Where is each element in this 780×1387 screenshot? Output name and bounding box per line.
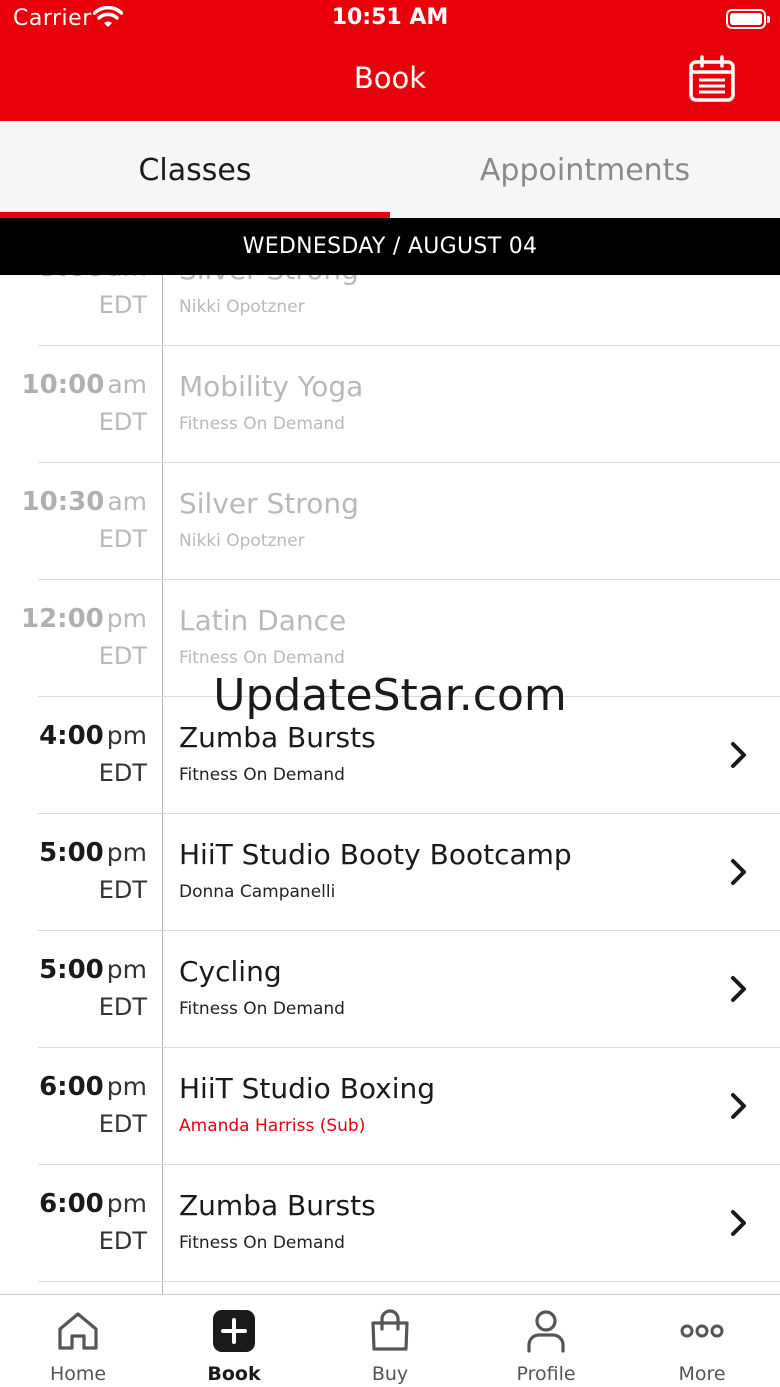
date-header: WEDNESDAY / AUGUST 04 <box>0 218 780 275</box>
class-time: 9:00am <box>40 275 147 283</box>
class-timezone: EDT <box>98 291 147 319</box>
nav-more[interactable]: More <box>624 1295 780 1387</box>
chevron-right-icon[interactable] <box>728 858 750 886</box>
class-time: 5:00 pm <box>39 955 147 985</box>
class-instructor: Nikki Opotzner <box>179 531 305 551</box>
nav-label: Book <box>207 1363 261 1385</box>
plus-icon <box>213 1310 255 1352</box>
class-name: HiiT Studio Booty Bootcamp <box>179 838 572 871</box>
watermark: UpdateStar.com <box>213 670 567 721</box>
class-instructor: Fitness On Demand <box>179 1233 345 1253</box>
class-timezone: EDT <box>98 642 147 670</box>
class-instructor: Donna Campanelli <box>179 882 336 902</box>
list-item[interactable]: 6:00 pm EDT HiiT Studio Boxing Amanda Har… <box>0 1048 780 1165</box>
class-name: Zumba Bursts <box>179 721 376 754</box>
nav-profile[interactable]: Profile <box>468 1295 624 1387</box>
tab-classes[interactable]: Classes <box>0 121 390 218</box>
class-time: 6:00 pm <box>39 1189 147 1219</box>
battery-icon <box>726 9 770 29</box>
class-name: Latin Dance <box>179 604 347 637</box>
list-item: 10:00 am EDT Mobility Yoga Fitness On Dem… <box>0 346 780 463</box>
tab-appointments[interactable]: Appointments <box>390 121 780 218</box>
class-timezone: EDT <box>98 525 147 553</box>
chevron-right-icon[interactable] <box>728 741 750 769</box>
nav-label: More <box>678 1363 726 1385</box>
class-time: 10:30 am <box>21 487 147 517</box>
list-item[interactable]: 5:00 pm EDT HiiT Studio Booty Bootcamp Do… <box>0 814 780 931</box>
class-name: Silver Strong <box>179 487 359 520</box>
class-instructor: Nikki Opotzner <box>179 297 305 317</box>
class-instructor: Fitness On Demand <box>179 999 345 1019</box>
class-timezone: EDT <box>98 759 147 787</box>
chevron-right-icon[interactable] <box>728 975 750 1003</box>
class-time: 5:00 pm <box>39 838 147 868</box>
class-instructor: Fitness On Demand <box>179 648 345 668</box>
nav-label: Home <box>49 1363 107 1385</box>
nav-buy[interactable]: Buy <box>312 1295 468 1387</box>
list-item[interactable]: 5:00 pm EDT Cycling Fitness On Demand <box>0 931 780 1048</box>
nav-home[interactable]: Home <box>0 1295 156 1387</box>
nav-label: Buy <box>371 1363 409 1385</box>
class-timezone: EDT <box>98 408 147 436</box>
more-dots-icon <box>680 1324 724 1338</box>
list-item: 9:00am EDT Silver Strong Nikki Opotzner <box>0 275 780 346</box>
class-name: HiiT Studio Boxing <box>179 1072 436 1105</box>
class-timezone: EDT <box>98 993 147 1021</box>
bottom-nav: Home Book Buy Profile More <box>0 1294 780 1387</box>
nav-label: Profile <box>516 1363 576 1385</box>
class-instructor: Fitness On Demand <box>179 414 345 434</box>
tab-bar: Classes Appointments <box>0 121 780 218</box>
class-instructor-substitute: Amanda Harriss (Sub) <box>179 1116 366 1136</box>
list-item: 10:30 am EDT Silver Strong Nikki Opotzner <box>0 463 780 580</box>
shopping-bag-icon <box>371 1309 409 1351</box>
class-timezone: EDT <box>98 876 147 904</box>
list-item[interactable]: 6:00 pm EDT Zumba Bursts Fitness On Deman… <box>0 1165 780 1282</box>
class-timezone: EDT <box>98 1227 147 1255</box>
class-name: Mobility Yoga <box>179 370 364 403</box>
app-header: Carrier 10:51 AM Book <box>0 0 780 121</box>
class-list[interactable]: 9:00am EDT Silver Strong Nikki Opotzner … <box>0 275 780 1294</box>
class-time: 10:00 am <box>21 370 147 400</box>
class-timezone: EDT <box>98 1110 147 1138</box>
page-title: Book <box>353 61 427 95</box>
home-icon <box>58 1312 98 1350</box>
chevron-right-icon[interactable] <box>728 1209 750 1237</box>
status-bar: Carrier 10:51 AM <box>0 0 780 40</box>
class-name: Silver Strong <box>179 275 359 286</box>
class-time: 12:00 pm <box>21 604 147 634</box>
class-name: Zumba Bursts <box>179 1189 376 1222</box>
calendar-icon[interactable] <box>688 55 736 103</box>
class-time: 4:00 pm <box>39 721 147 751</box>
class-instructor: Fitness On Demand <box>179 765 345 785</box>
class-name: Cycling <box>179 955 282 988</box>
status-time: 10:51 AM <box>331 5 449 30</box>
person-icon <box>527 1310 565 1353</box>
class-time: 6:00 pm <box>39 1072 147 1102</box>
nav-book[interactable]: Book <box>156 1295 312 1387</box>
chevron-right-icon[interactable] <box>728 1092 750 1120</box>
